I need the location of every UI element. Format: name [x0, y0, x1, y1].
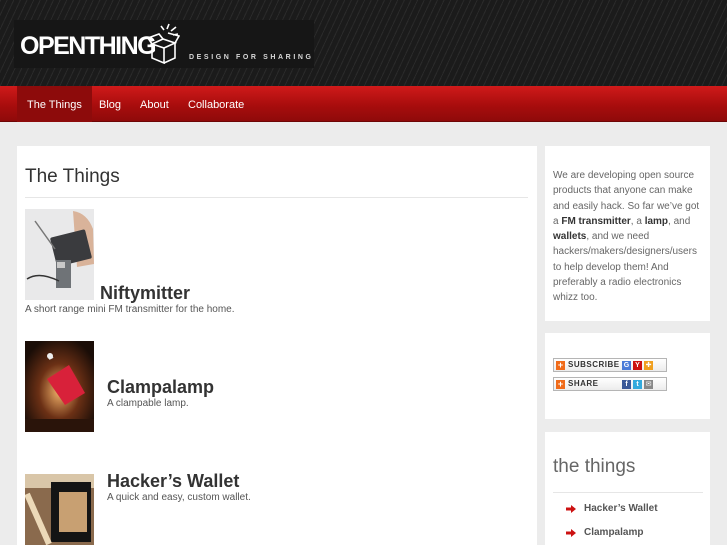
- subscribe-button[interactable]: + SUBSCRIBE G Y ✚: [553, 358, 667, 372]
- site-tagline: DESIGN FOR SHARING: [189, 54, 314, 61]
- thing-desc-hackers-wallet: A quick and easy, custom wallet.: [107, 492, 251, 503]
- link-lamp[interactable]: lamp: [645, 216, 668, 227]
- thing-desc-niftymitter: A short range mini FM transmitter for th…: [25, 304, 235, 315]
- bookmark-icon: ✚: [644, 361, 653, 370]
- thing-name-niftymitter[interactable]: Niftymitter: [100, 283, 190, 304]
- page-title: The Things: [25, 166, 120, 187]
- link-wallets[interactable]: wallets: [553, 231, 586, 242]
- sidebar-things-box: the things Hacker’s Wallet Clampalamp: [545, 432, 710, 545]
- thing-desc-clampalamp: A clampable lamp.: [107, 398, 189, 409]
- arrow-right-icon: [566, 529, 576, 537]
- arrow-right-icon: [566, 505, 576, 513]
- hackers-wallet-thumbnail[interactable]: [25, 474, 94, 545]
- sidebar-share-box: + SUBSCRIBE G Y ✚ + SHARE f t ✉: [545, 333, 710, 419]
- link-fm-transmitter[interactable]: FM transmitter: [561, 216, 630, 227]
- sidebar-about-text: We are developing open source products t…: [553, 170, 700, 304]
- open-box-icon: [146, 23, 180, 64]
- site-logo[interactable]: OPENTHING DESIGN FOR SHARING: [14, 20, 314, 68]
- sidebar-divider: [553, 492, 703, 493]
- nav-item-the-things[interactable]: The Things: [17, 86, 92, 122]
- sidebar-link-hackers-wallet[interactable]: Hacker’s Wallet: [584, 503, 658, 514]
- niftymitter-thumbnail[interactable]: [25, 209, 94, 300]
- nav-item-about[interactable]: About: [130, 86, 179, 122]
- email-icon: ✉: [644, 380, 653, 389]
- thing-name-clampalamp[interactable]: Clampalamp: [107, 377, 214, 398]
- main-content: The Things Niftymitter A short range min…: [17, 146, 537, 545]
- main-nav: The Things Blog About Collaborate: [0, 86, 727, 122]
- clampalamp-thumbnail[interactable]: [25, 341, 94, 432]
- twitter-icon: t: [633, 380, 642, 389]
- facebook-icon: f: [622, 380, 631, 389]
- yahoo-icon: Y: [633, 361, 642, 370]
- plus-icon: +: [556, 379, 565, 389]
- sidebar-about-box: We are developing open source products t…: [545, 146, 710, 321]
- share-button[interactable]: + SHARE f t ✉: [553, 377, 667, 391]
- title-divider: [25, 197, 528, 198]
- thing-name-hackers-wallet[interactable]: Hacker’s Wallet: [107, 471, 239, 492]
- sidebar-things-heading: the things: [553, 456, 636, 477]
- sidebar-link-clampalamp[interactable]: Clampalamp: [584, 527, 643, 538]
- nav-item-blog[interactable]: Blog: [89, 86, 131, 122]
- google-icon: G: [622, 361, 631, 370]
- plus-icon: +: [556, 360, 565, 370]
- logo-text: OPENTHING: [20, 32, 157, 60]
- site-header: OPENTHING DESIGN FOR SHARING: [0, 0, 727, 86]
- nav-item-collaborate[interactable]: Collaborate: [178, 86, 254, 122]
